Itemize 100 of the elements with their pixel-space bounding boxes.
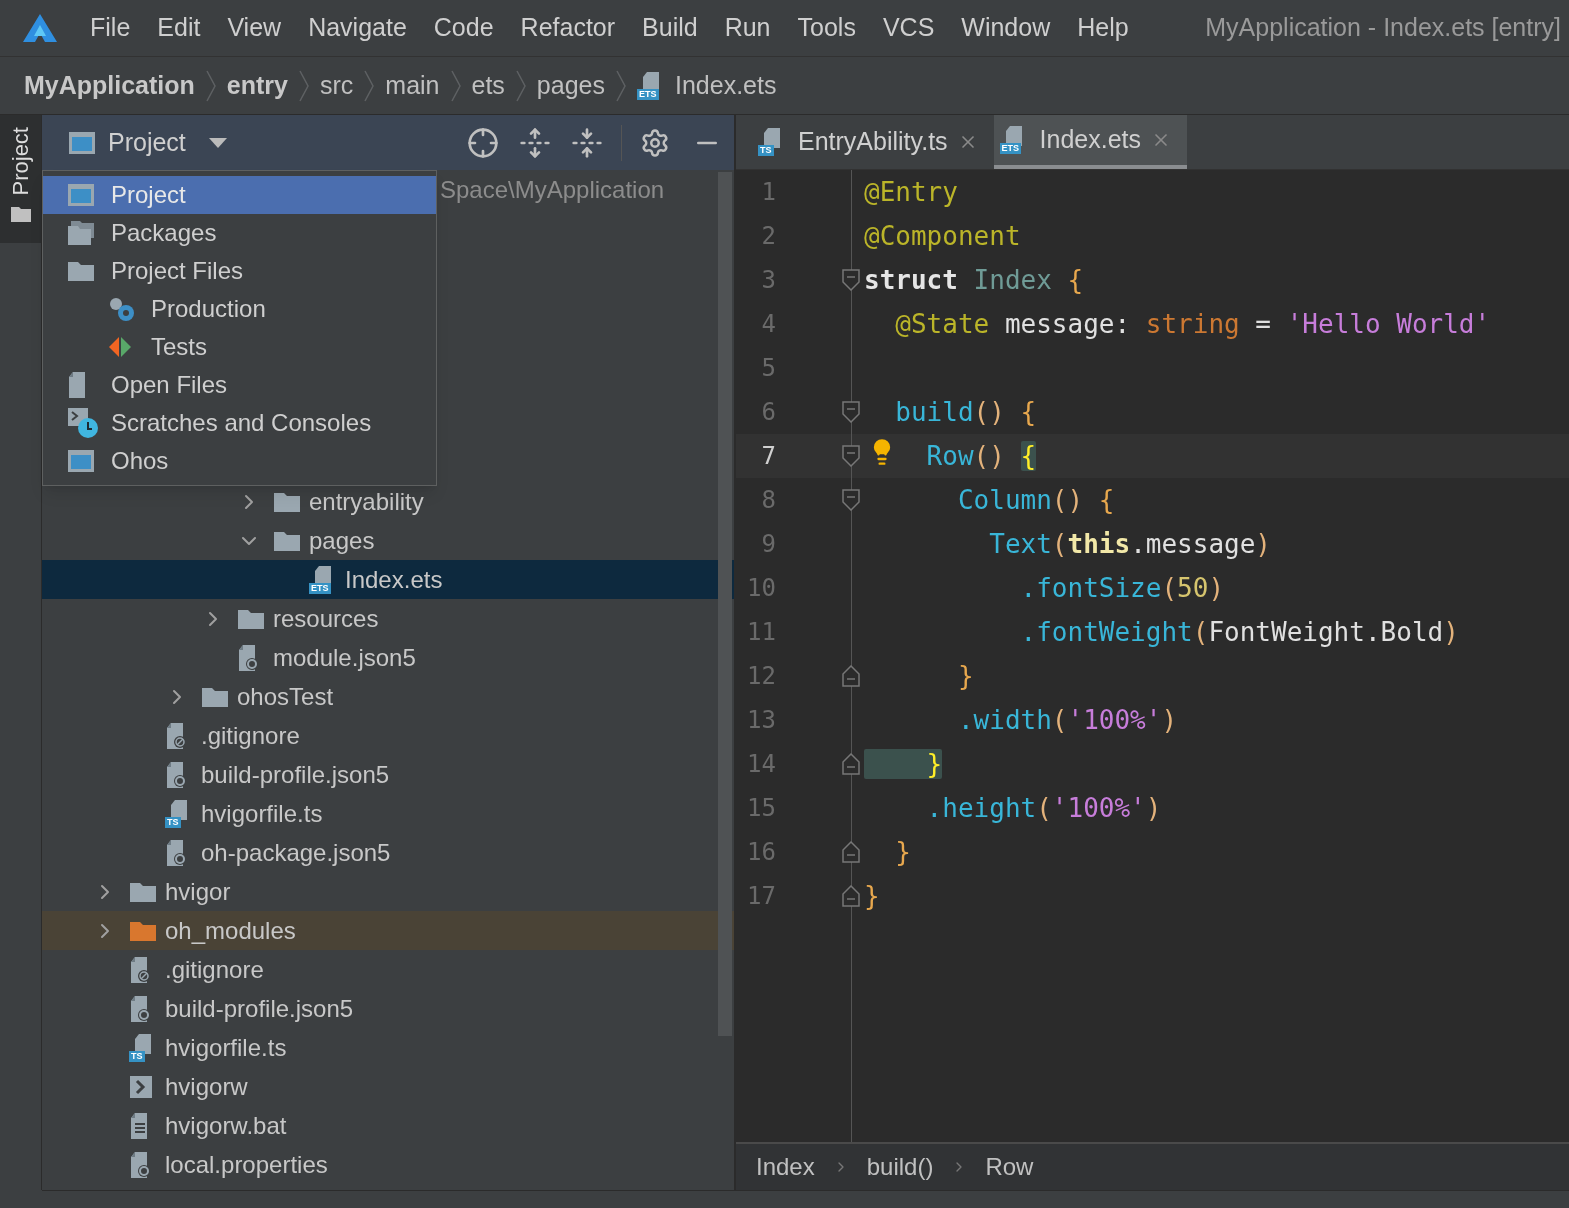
file-type-badge: ETS: [999, 143, 1022, 154]
code-line: Column() {: [956, 483, 1115, 517]
menu-item[interactable]: Code: [433, 9, 494, 47]
menu-option[interactable]: Scratches and Consoles: [43, 404, 436, 442]
tree-row[interactable]: TS hvigorfile.ts: [42, 1028, 734, 1067]
tree-row[interactable]: module.json5: [42, 638, 734, 677]
tree-item-label: .gitignore: [165, 954, 264, 985]
tree-row[interactable]: resources: [42, 599, 734, 638]
settings-icon[interactable]: [640, 127, 670, 158]
tree-row[interactable]: ETS Index.ets: [42, 560, 734, 599]
menu-option[interactable]: Packages: [43, 214, 436, 252]
menu-option[interactable]: Ohos: [43, 442, 436, 480]
tree-row[interactable]: hvigorw.bat: [42, 1106, 734, 1145]
code-line: Row() {: [925, 439, 1037, 473]
breadcrumb-item[interactable]: Index: [756, 1149, 815, 1185]
breadcrumb-item[interactable]: Row: [985, 1149, 1034, 1185]
menu-item[interactable]: Build: [642, 9, 698, 47]
tree-row[interactable]: hvigor: [42, 872, 734, 911]
scrollbar[interactable]: [718, 172, 732, 1036]
line-number: 7: [760, 441, 776, 472]
menu-item[interactable]: Window: [961, 9, 1051, 47]
menu-option[interactable]: Tests: [43, 328, 436, 366]
window-title: MyApplication - Index.ets [entry]: [1205, 12, 1561, 44]
fold-marker-icon[interactable]: [842, 489, 860, 511]
code-line: .fontSize(50): [1019, 571, 1225, 605]
fold-marker-icon[interactable]: [842, 401, 860, 423]
tree-item-label: hvigorfile.ts: [201, 798, 323, 829]
panel-title[interactable]: Project: [108, 123, 186, 162]
line-number: 4: [760, 309, 776, 340]
tool-window-tab[interactable]: Project: [0, 115, 41, 244]
breadcrumb-item[interactable]: src: [320, 66, 354, 105]
tree-row[interactable]: hvigorw: [42, 1067, 734, 1106]
tree-item-label: .gitignore: [201, 720, 300, 751]
editor-tab[interactable]: ETS Index.ets: [993, 115, 1188, 169]
breadcrumb-item[interactable]: Index.ets: [675, 66, 777, 105]
logo-icon: [22, 13, 58, 43]
tree-item-label: hvigorw: [165, 1071, 248, 1102]
line-number: 2: [760, 221, 776, 252]
code-line: .fontWeight(FontWeight.Bold): [1019, 615, 1459, 649]
collapse-all-icon[interactable]: [571, 126, 603, 159]
tree-row[interactable]: oh_modules: [42, 911, 734, 950]
tree-row[interactable]: .gitignore: [42, 716, 734, 755]
menu-item[interactable]: Edit: [157, 9, 201, 47]
fold-end-marker-icon[interactable]: [842, 841, 860, 863]
tree-item-label: resources: [273, 603, 379, 634]
menu-item[interactable]: Run: [724, 9, 771, 47]
editor-tab[interactable]: TS EntryAbility.ts: [752, 115, 994, 169]
script-file-icon: [129, 1074, 153, 1099]
menu-option[interactable]: Project: [43, 176, 436, 214]
tree-row[interactable]: entryability: [42, 482, 734, 521]
tree-row[interactable]: local.properties: [42, 1145, 734, 1184]
project-root-path: Space\MyApplication: [440, 174, 665, 205]
locate-icon[interactable]: [467, 126, 499, 159]
menu-option[interactable]: Production: [43, 290, 436, 328]
menu-item[interactable]: Help: [1077, 9, 1129, 47]
menu-item[interactable]: Refactor: [520, 9, 616, 47]
tree-item-label: hvigor: [165, 876, 231, 907]
file-type-badge: TS: [758, 145, 774, 156]
fold-end-marker-icon[interactable]: [842, 753, 860, 775]
breadcrumb-item[interactable]: pages: [536, 66, 605, 105]
gears-icon: [107, 295, 137, 323]
chevron-separator-icon: [513, 68, 528, 103]
tree-row[interactable]: build-profile.json5: [42, 989, 734, 1028]
tree-item-label: module.json5: [273, 642, 416, 673]
menu-item[interactable]: Tools: [797, 9, 856, 47]
menu-item[interactable]: Navigate: [308, 9, 407, 47]
tree-item-label: Index.ets: [345, 564, 443, 595]
expand-all-icon[interactable]: [519, 126, 551, 159]
tree-item-label: build-profile.json5: [201, 759, 390, 790]
tree-row[interactable]: ohosTest: [42, 677, 734, 716]
breadcrumb-item[interactable]: build(): [866, 1149, 934, 1185]
tree-item-label: oh-package.json5: [201, 837, 391, 868]
tree-row[interactable]: pages: [42, 521, 734, 560]
tree-row[interactable]: oh-package.json5: [42, 833, 734, 872]
dropdown-caret-icon[interactable]: [207, 136, 228, 149]
tree-row[interactable]: build-profile.json5: [42, 755, 734, 794]
tree-item-label: oh_modules: [165, 915, 296, 946]
menu-option[interactable]: Open Files: [43, 366, 436, 404]
menu-item[interactable]: VCS: [882, 9, 935, 47]
fold-end-marker-icon[interactable]: [842, 665, 860, 687]
window-icon: [67, 449, 95, 473]
menu-option[interactable]: Project Files: [43, 252, 436, 290]
menu-item[interactable]: View: [227, 9, 282, 47]
line-number: 5: [760, 353, 776, 384]
tree-row[interactable]: .gitignore: [42, 950, 734, 989]
breadcrumb-item[interactable]: main: [385, 66, 440, 105]
fold-marker-icon[interactable]: [842, 445, 860, 467]
chevron-separator-icon: [614, 68, 628, 103]
breadcrumb-item[interactable]: entry: [226, 66, 288, 105]
folder-icon: [67, 259, 95, 283]
code-line: }: [894, 835, 911, 869]
fold-marker-icon[interactable]: [842, 269, 860, 291]
folder-icon: [9, 205, 32, 224]
tree-row[interactable]: TS hvigorfile.ts: [42, 794, 734, 833]
line-number: 8: [760, 485, 776, 516]
fold-end-marker-icon[interactable]: [842, 885, 860, 907]
menu-item[interactable]: File: [90, 9, 131, 47]
chevron-separator-icon: [362, 68, 377, 103]
breadcrumb-item[interactable]: ets: [471, 66, 505, 105]
breadcrumb-item[interactable]: MyApplication: [24, 66, 195, 105]
